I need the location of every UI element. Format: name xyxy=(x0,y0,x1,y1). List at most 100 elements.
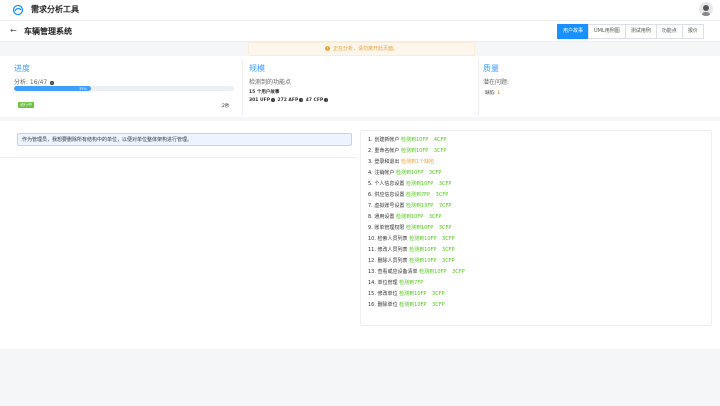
feature-fp: 1个缺陷 xyxy=(416,159,435,165)
analysis-count: 分析: 16/47 × xyxy=(14,79,55,86)
feature-status: 检测到 xyxy=(399,302,415,308)
feature-number: 15. xyxy=(368,291,376,297)
feature-status: 检测到 xyxy=(419,269,435,275)
view-tabs: 用户故事 UML用例图 测试用例 功能点 报价 xyxy=(557,24,704,39)
info-icon[interactable]: i xyxy=(271,98,275,102)
feature-item[interactable]: 10. 检索人员列表 检测到10FP 3CFP xyxy=(368,235,455,242)
feature-number: 8. xyxy=(368,214,373,220)
feature-status: 检测到 xyxy=(409,258,425,264)
feature-item[interactable]: 7. 虚拟账号设置 检测到13FP 7CFP xyxy=(368,202,451,209)
feature-status: 检测到 xyxy=(400,159,416,165)
tab-test-cases[interactable]: 测试用例 xyxy=(624,24,657,39)
avatar[interactable] xyxy=(699,2,713,16)
cfp-value: 47 CFP xyxy=(305,98,324,103)
feature-number: 2. xyxy=(368,148,373,154)
feature-item[interactable]: 13. 查看或应设备清单 检测到10FP 3CFP xyxy=(368,268,465,275)
feature-cfp: 3CFP xyxy=(432,291,445,297)
feature-fp: 10FP xyxy=(424,258,437,264)
afp-value: 272 AFP xyxy=(277,98,299,103)
stop-icon[interactable]: × xyxy=(50,81,55,85)
feature-name: 个人信息设置 xyxy=(374,181,405,187)
project-header: ← 车辆管理系统 用户故事 UML用例图 测试用例 功能点 报价 xyxy=(0,21,720,42)
feature-cfp: 3CFP xyxy=(428,170,442,176)
info-icon[interactable]: i xyxy=(299,98,304,102)
feature-item[interactable]: 16. 删除单位 检测到10FP 3CFP xyxy=(368,301,445,308)
feature-name: 删除单位 xyxy=(377,302,398,308)
feature-item[interactable]: 9. 账单管理权限 检测到10FP 3CFP xyxy=(368,224,451,231)
feature-name: 虚拟账号设置 xyxy=(374,203,405,209)
feature-fp: 10FP xyxy=(434,269,447,275)
feature-name: 检索人员列表 xyxy=(377,236,408,242)
feature-fp: 10FP xyxy=(421,225,434,231)
feature-number: 10. xyxy=(368,236,376,242)
card-divider xyxy=(242,60,243,115)
scale-title: 规模 xyxy=(249,64,265,73)
feature-status: 检测到 xyxy=(409,247,425,253)
feature-number: 5. xyxy=(368,181,373,187)
feature-status: 检测到 xyxy=(400,148,416,154)
feature-item[interactable]: 1. 创建新帐户 检测到10FP 4CFP xyxy=(368,136,446,143)
progress-title: 进度 xyxy=(14,64,30,73)
top-bar: 需求分析工具 xyxy=(0,0,720,21)
feature-fp: 10FP xyxy=(416,137,429,143)
project-title: 车辆管理系统 xyxy=(24,27,72,36)
feature-fp: 10FP xyxy=(424,247,437,253)
feature-cfp: 3CFP xyxy=(432,302,445,308)
feature-item[interactable]: 6. 供应信息设置 检测到7FP 3CFP xyxy=(368,191,448,198)
feature-item[interactable]: 14. 单位管理 检测到7FP xyxy=(368,279,427,286)
detected-fp-label: 检测到的功能点 xyxy=(249,79,292,86)
feature-item[interactable]: 4. 注销帐户 检测到10FP 3CFP xyxy=(368,169,441,176)
feature-fp: 7FP xyxy=(414,280,424,286)
feature-item[interactable]: 2. 重命名帐户 检测到10FP 3CFP xyxy=(368,147,446,154)
tab-uml-use-case[interactable]: UML用例图 xyxy=(588,24,626,39)
issues-label: 潜在问题: xyxy=(483,79,510,86)
feature-name: 创建新帐户 xyxy=(374,137,400,143)
feature-item[interactable]: 15. 修改单位 检测到10FP 3CFP xyxy=(368,290,445,297)
user-story-item[interactable]: 作为管理员，我想要删除所有结构中的单位，以便对单位整体架构进行管理。 xyxy=(17,133,352,146)
elapsed-time: 2秒 xyxy=(222,104,230,109)
feature-name: 查看或应设备清单 xyxy=(377,269,418,275)
fp-metrics: 301 UFP i 272 AFP i 47 CFP i xyxy=(249,98,329,103)
tab-quote[interactable]: 报价 xyxy=(681,24,704,39)
user-avatar-icon xyxy=(702,5,710,16)
feature-status: 检测到 xyxy=(399,291,415,297)
tab-user-stories[interactable]: 用户故事 xyxy=(557,24,590,39)
feature-item[interactable]: 3. 登录和退出 检测到1个缺陷 xyxy=(368,158,438,165)
feature-number: 4. xyxy=(368,170,373,176)
feature-status: 检测到 xyxy=(409,236,425,242)
feature-cfp: 3CFP xyxy=(438,225,452,231)
feature-cfp: 3CFP xyxy=(435,192,449,198)
feature-number: 14. xyxy=(368,280,376,286)
feature-fp: 10FP xyxy=(411,214,424,220)
feature-cfp: 3CFP xyxy=(433,148,447,154)
info-icon[interactable]: i xyxy=(324,98,329,102)
feature-item[interactable]: 8. 通用设置 检测到10FP 3CFP xyxy=(368,213,441,220)
feature-name: 修改人员列表 xyxy=(377,247,408,253)
feature-fp: 10FP xyxy=(416,148,429,154)
feature-name: 删除人员列表 xyxy=(377,258,408,264)
feature-number: 9. xyxy=(368,225,373,231)
feature-number: 6. xyxy=(368,192,373,198)
feature-item[interactable]: 11. 修改人员列表 检测到10FP 3CFP xyxy=(368,246,455,253)
feature-name: 单位管理 xyxy=(377,280,398,286)
app-title: 需求分析工具 xyxy=(31,5,79,14)
feature-item[interactable]: 5. 个人信息设置 检测到10FP 3CFP xyxy=(368,180,451,187)
feature-number: 12. xyxy=(368,258,376,264)
status-badge: 进行中 xyxy=(18,102,34,108)
feature-number: 16. xyxy=(368,302,376,308)
feature-fp: 7FP xyxy=(421,192,431,198)
progress-bar: 35% xyxy=(14,86,234,91)
back-arrow-icon[interactable]: ← xyxy=(10,26,17,35)
feature-status: 检测到 xyxy=(405,181,421,187)
tab-function-points[interactable]: 功能点 xyxy=(655,24,683,39)
feature-fp: 10FP xyxy=(414,291,427,297)
card-divider xyxy=(478,60,479,115)
feature-cfp: 4CFP xyxy=(433,137,447,143)
feature-name: 登录和退出 xyxy=(374,159,400,165)
feature-name: 供应信息设置 xyxy=(374,192,405,198)
feature-name: 账单管理权限 xyxy=(374,225,405,231)
feature-fp: 10FP xyxy=(414,302,427,308)
feature-item[interactable]: 12. 删除人员列表 检测到10FP 3CFP xyxy=(368,257,455,264)
feature-name: 重命名帐户 xyxy=(374,148,400,154)
feature-cfp: 3CFP xyxy=(438,181,452,187)
